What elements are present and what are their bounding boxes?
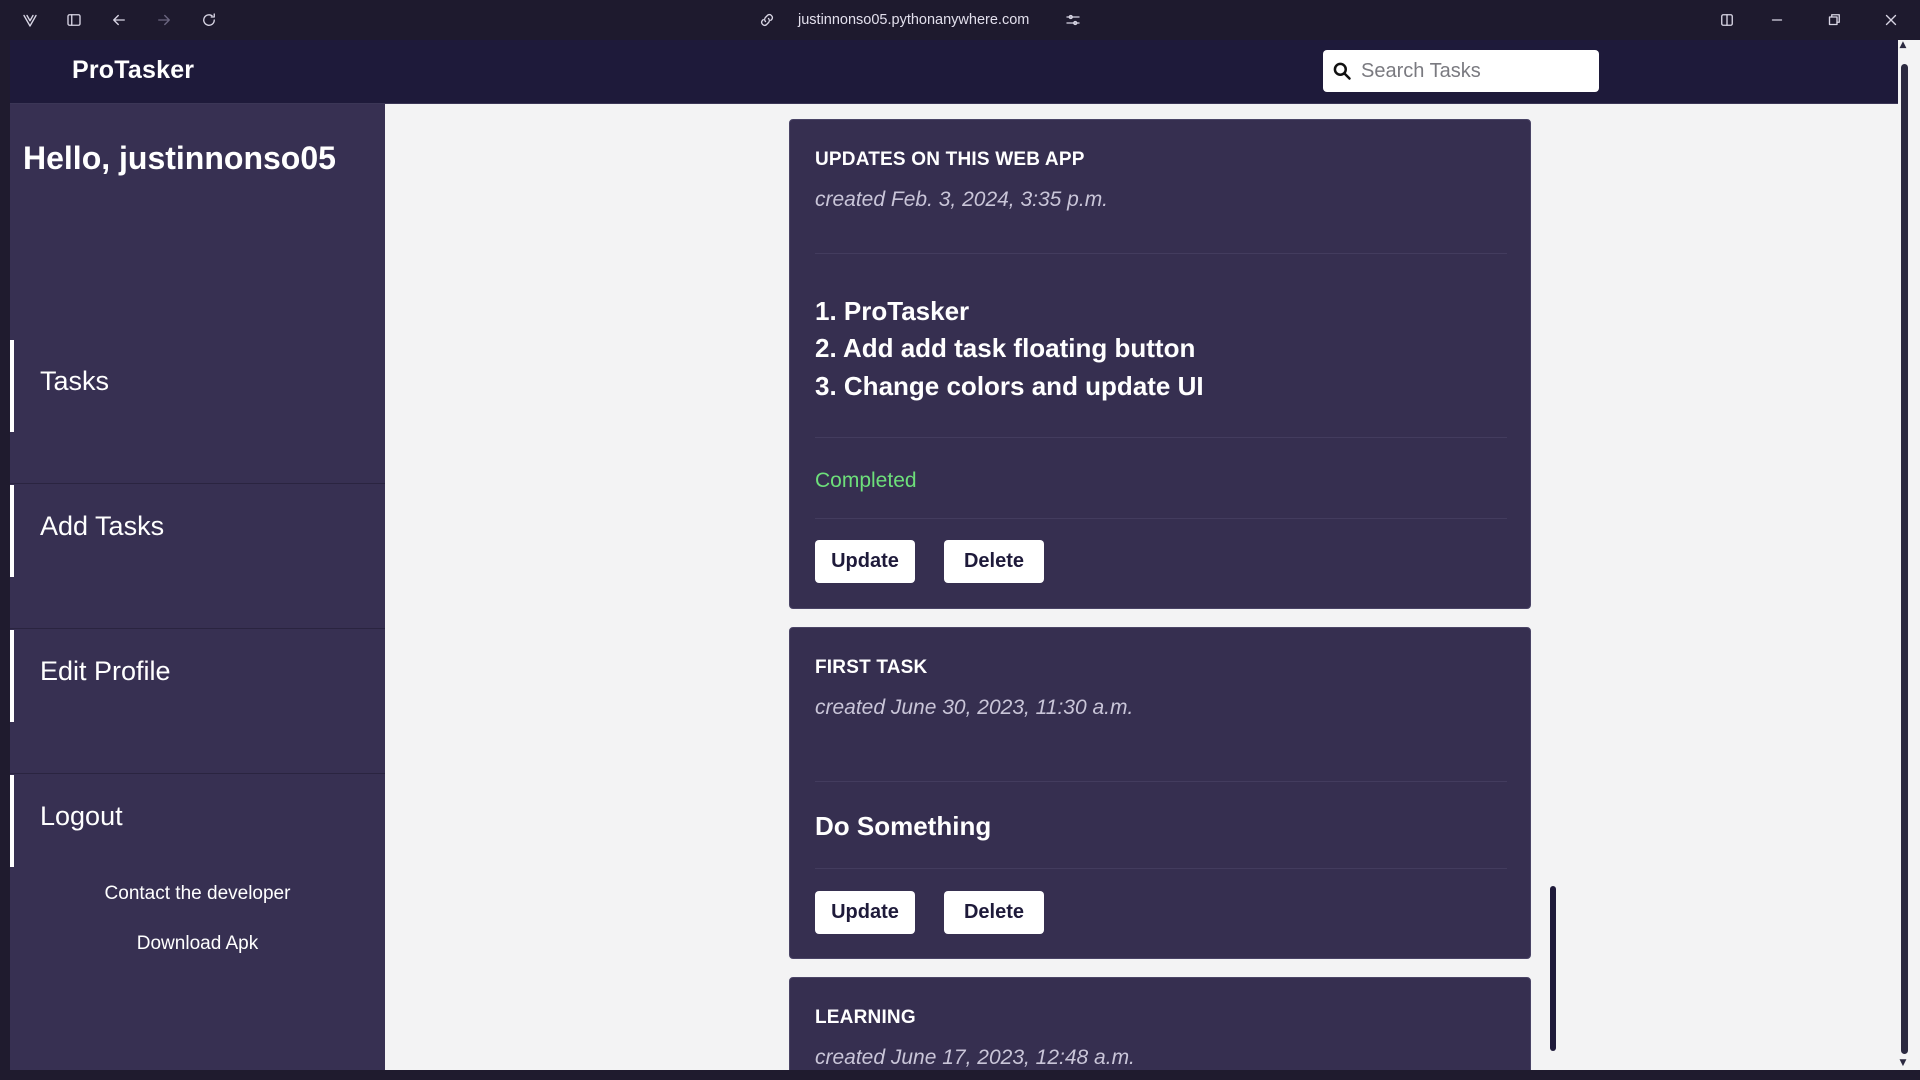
task-created-date: created Feb. 3, 2024, 3:35 p.m. xyxy=(815,188,1109,211)
sidebar: Hello, justinnonso05 Tasks Add Tasks Edi… xyxy=(10,104,385,1070)
task-status: Completed xyxy=(815,469,917,492)
tasks-scrollbar-thumb[interactable] xyxy=(1550,886,1556,1051)
item-indicator xyxy=(10,630,14,722)
browser-logo-icon[interactable] xyxy=(18,8,42,32)
page-viewport: ProTasker Hello, justinnonso05 Tasks Add… xyxy=(10,40,1898,1070)
browser-toolbar: justinnonso05.pythonanywhere.com xyxy=(0,0,1920,40)
task-body-line: Do Something xyxy=(815,811,992,841)
divider xyxy=(815,518,1507,519)
task-title: LEARNING xyxy=(815,1007,916,1028)
divider xyxy=(815,437,1507,438)
task-created-date: created June 17, 2023, 12:48 a.m. xyxy=(815,1046,1135,1069)
scroll-up-arrow[interactable]: ▲ xyxy=(1898,40,1908,50)
task-body-line: 1. ProTasker xyxy=(815,296,970,326)
sidebar-item-label: Logout xyxy=(40,801,123,831)
delete-button[interactable]: Delete xyxy=(944,891,1044,934)
search-input[interactable] xyxy=(1361,50,1591,92)
minimize-icon[interactable] xyxy=(1765,8,1789,32)
close-icon[interactable] xyxy=(1879,8,1903,32)
search-box[interactable] xyxy=(1323,50,1599,92)
item-indicator xyxy=(10,775,14,867)
task-created-date: created June 30, 2023, 11:30 a.m. xyxy=(815,696,1134,719)
restore-icon[interactable] xyxy=(1822,8,1846,32)
task-card: LEARNING created June 17, 2023, 12:48 a.… xyxy=(789,977,1531,1070)
scroll-down-arrow[interactable]: ▼ xyxy=(1898,1058,1908,1068)
reload-icon[interactable] xyxy=(197,8,221,32)
divider xyxy=(815,781,1507,782)
greeting-heading: Hello, justinnonso05 xyxy=(23,140,336,176)
link-icon xyxy=(755,8,779,32)
task-title: FIRST TASK xyxy=(815,657,928,678)
sidebar-item-edit-profile[interactable]: Edit Profile xyxy=(10,630,385,774)
forward-icon[interactable] xyxy=(152,8,176,32)
task-card: UPDATES ON THIS WEB APP created Feb. 3, … xyxy=(789,119,1531,609)
top-navbar: ProTasker xyxy=(10,40,1898,104)
sidebar-item-tasks[interactable]: Tasks xyxy=(10,340,385,484)
download-apk-link[interactable]: Download Apk xyxy=(10,933,385,955)
update-button[interactable]: Update xyxy=(815,891,915,934)
sidebar-item-label: Tasks xyxy=(40,366,110,396)
split-view-icon[interactable] xyxy=(1715,8,1739,32)
sidebar-item-label: Edit Profile xyxy=(40,656,171,686)
divider xyxy=(815,868,1507,869)
sidebar-item-add-tasks[interactable]: Add Tasks xyxy=(10,485,385,629)
task-body-line: 2. Add add task floating button xyxy=(815,333,1196,363)
address-bar-url[interactable]: justinnonso05.pythonanywhere.com xyxy=(798,10,1029,30)
delete-button[interactable]: Delete xyxy=(944,540,1044,583)
update-button[interactable]: Update xyxy=(815,540,915,583)
sidebar-item-label: Add Tasks xyxy=(40,511,165,541)
back-icon[interactable] xyxy=(107,8,131,32)
sidebar-toggle-icon[interactable] xyxy=(62,8,86,32)
active-indicator xyxy=(10,340,14,432)
search-icon xyxy=(1333,62,1351,80)
divider xyxy=(815,253,1507,254)
task-body-line: 3. Change colors and update UI xyxy=(815,371,1204,401)
page-scrollbar-thumb[interactable] xyxy=(1901,64,1908,1054)
brand-logo[interactable]: ProTasker xyxy=(72,56,194,85)
site-settings-icon[interactable] xyxy=(1061,8,1085,32)
item-indicator xyxy=(10,485,14,577)
contact-developer-link[interactable]: Contact the developer xyxy=(10,883,385,905)
task-title: UPDATES ON THIS WEB APP xyxy=(815,149,1085,170)
task-card: FIRST TASK created June 30, 2023, 11:30 … xyxy=(789,627,1531,959)
